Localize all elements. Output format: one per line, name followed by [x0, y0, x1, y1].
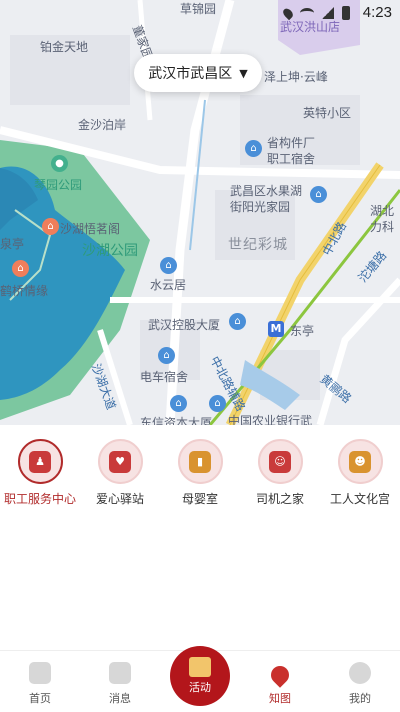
service-driver-home[interactable]: ☺ 司机之家: [240, 433, 320, 513]
map-label-jieyang: 街阳光家园: [230, 200, 291, 214]
status-icons: [281, 6, 350, 20]
map-pin-icon: [267, 662, 293, 688]
dorm-pin-icon[interactable]: ⌂: [245, 140, 262, 157]
service-label: 司机之家: [255, 492, 304, 506]
map-label-jinsha: 金沙泊岸: [78, 118, 127, 132]
map-label-zhigong: 职工宿舍: [267, 152, 316, 166]
service-label: 工人文化宫: [329, 492, 390, 506]
service-love-station[interactable]: ♥ 爱心驿站: [80, 433, 160, 513]
map-label-hubei: 湖北: [370, 204, 395, 218]
map-label-quanting: 泉亭: [0, 237, 25, 251]
map-label-wuchang-water: 武昌区水果湖: [230, 184, 303, 198]
service-category-row: ♟ 职工服务中心 ♥ 爱心驿站 ▮ 母婴室 ☺ 司机之家 ☻ 工人文化宫: [0, 433, 400, 513]
building-pin-icon[interactable]: ⌂: [170, 395, 187, 412]
map-label-dongting: 东亭: [290, 324, 315, 338]
bank-pin-icon[interactable]: ⌂: [209, 395, 226, 412]
map-label-wuhan-kong: 武汉控股大厦: [148, 318, 221, 332]
service-label: 爱心驿站: [95, 492, 144, 506]
nav-label: 知图: [269, 692, 291, 705]
map-label-qinyuan: 琴园公园: [34, 178, 83, 192]
district-selector-label: 武汉市武昌区: [148, 66, 233, 82]
nav-activity[interactable]: 活动: [160, 646, 240, 712]
status-bar: 4:23: [0, 0, 400, 28]
map-label-hubei2: 力科: [370, 220, 395, 234]
nav-label: 消息: [109, 692, 131, 705]
wifi-icon: [300, 8, 314, 18]
map-label-jinjin: 铂金天地: [40, 40, 89, 54]
map-label-shenggoujian: 省构件厂: [267, 136, 316, 150]
map-label-hequeqing: 鹤桥情缘: [0, 284, 49, 298]
nav-mine[interactable]: 我的: [320, 651, 400, 712]
map-label-shahu-tea: 沙湖悟茗阁: [60, 222, 121, 236]
residence-pin-icon[interactable]: ⌂: [310, 186, 327, 203]
nav-home[interactable]: 首页: [0, 651, 80, 712]
map-view[interactable]: 铂金天地 董家园 草锦园 金沙泊岸 英特小区 泽上坤·云峰 武汉洪山店 省构件厂…: [0, 0, 400, 425]
chevron-up-icon[interactable]: ︿: [193, 416, 206, 425]
service-nursing-room[interactable]: ▮ 母婴室: [160, 433, 240, 513]
office-pin-icon[interactable]: ⌂: [229, 313, 246, 330]
nav-label: 活动: [189, 681, 211, 694]
service-culture-palace[interactable]: ☻ 工人文化宫: [320, 433, 400, 513]
map-label-yingte: 英特小区: [303, 106, 352, 120]
baby-bottle-icon: ▮: [177, 439, 223, 484]
activity-button[interactable]: 活动: [170, 646, 230, 706]
scenic-pin-icon[interactable]: ⌂: [12, 260, 29, 277]
message-icon: [109, 662, 131, 684]
map-label-zeshang: 泽上坤·云峰: [264, 70, 328, 84]
tea-house-pin-icon[interactable]: ⌂: [42, 218, 59, 235]
service-label: 母婴室: [181, 492, 218, 506]
bottom-navigation: 首页 消息 活动 知图 我的: [0, 646, 400, 712]
gift-icon: [189, 657, 211, 677]
map-label-shuiyun: 水云居: [150, 278, 187, 292]
worker-service-icon: ♟: [17, 439, 63, 484]
driver-icon: ☺: [257, 439, 303, 484]
service-worker-center[interactable]: ♟ 职工服务中心: [0, 433, 80, 513]
map-label-nongye: 中国农业银行武: [228, 414, 313, 425]
profile-icon: [349, 662, 371, 684]
culture-palace-icon: ☻: [337, 439, 383, 484]
nav-label: 我的: [349, 692, 371, 705]
service-label: 职工服务中心: [3, 492, 76, 506]
caret-down-icon: ▼: [239, 66, 248, 80]
map-label-shahu-park: 沙湖公园: [82, 243, 138, 259]
park-pin-icon[interactable]: ●: [51, 155, 68, 172]
heart-station-icon: ♥: [97, 439, 143, 484]
nav-label: 首页: [29, 692, 51, 705]
metro-station-icon[interactable]: M: [268, 321, 284, 337]
nav-messages[interactable]: 消息: [80, 651, 160, 712]
district-selector[interactable]: 武汉市武昌区 ▼: [134, 54, 262, 92]
map-label-shiji: 世纪彩城: [228, 237, 288, 253]
status-time: 4:23: [362, 4, 392, 21]
tram-dorm-pin-icon[interactable]: ⌂: [158, 347, 175, 364]
battery-icon: [342, 6, 350, 20]
map-label-diancheng: 电车宿舍: [140, 370, 189, 384]
location-icon: [281, 6, 295, 20]
app-screen: 铂金天地 董家园 草锦园 金沙泊岸 英特小区 泽上坤·云峰 武汉洪山店 省构件厂…: [0, 0, 400, 712]
cellular-icon: [322, 7, 334, 19]
shuiyun-pin-icon[interactable]: ⌂: [160, 257, 177, 274]
nav-map[interactable]: 知图: [240, 651, 320, 712]
home-icon: [29, 662, 51, 684]
